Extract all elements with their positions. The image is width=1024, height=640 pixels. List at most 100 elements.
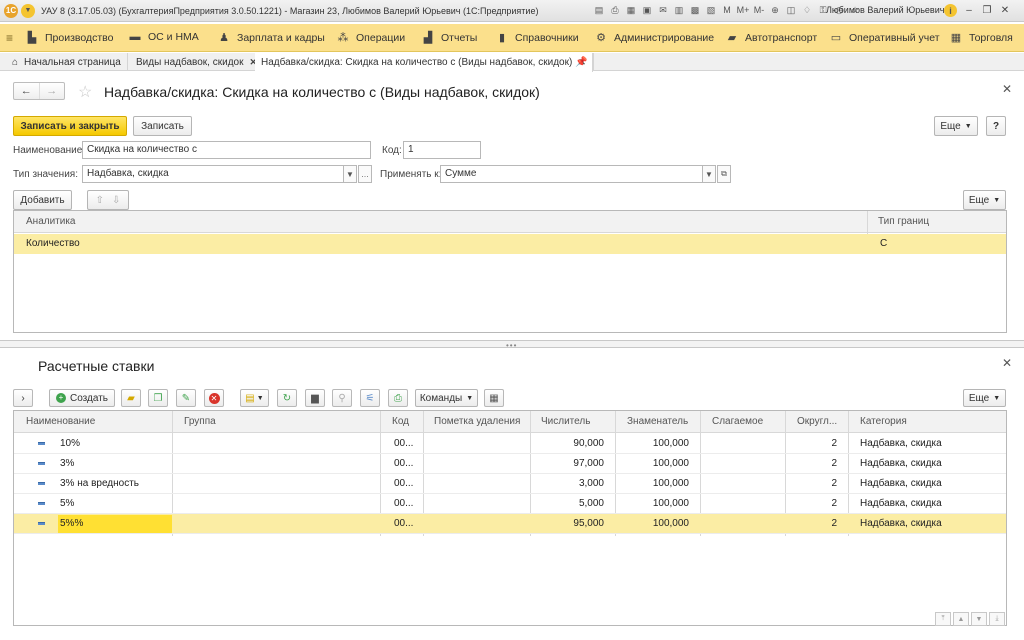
edit-icon[interactable]: ✎ — [176, 389, 196, 407]
calculator-icon[interactable]: ▧ — [704, 3, 718, 17]
minimize-icon[interactable]: – — [962, 3, 976, 17]
zoom-icon[interactable]: ⊕ — [768, 3, 782, 17]
notification-icon[interactable]: ♢ — [800, 3, 814, 17]
forward-arrow-icon[interactable]: → — [38, 83, 65, 99]
scroll-bottom-icon[interactable]: ⤓ — [989, 612, 1005, 626]
scroll-up-icon[interactable]: ▲ — [953, 612, 969, 626]
delete-icon[interactable]: ✕ — [204, 389, 224, 407]
tab-pin[interactable]: 📌 — [569, 53, 595, 71]
menu-item-operational[interactable]: ▭ Оперативный учет — [830, 31, 940, 45]
apply-to-label: Применять к: — [380, 169, 442, 180]
table-row[interactable]: 10% 00... 90,000 100,000 2 Надбавка, ски… — [14, 434, 1006, 454]
calendar-icon[interactable]: ▩ — [688, 3, 702, 17]
column-header[interactable]: Знаменатель — [627, 416, 688, 427]
column-header[interactable]: Категория — [860, 416, 907, 427]
print-icon[interactable]: ⎙ — [608, 3, 622, 17]
scroll-top-icon[interactable]: ⤒ — [935, 612, 951, 626]
menu-item-administration[interactable]: ⚙ Администрирование — [595, 31, 714, 45]
menu-item-directories[interactable]: ▮ Справочники — [496, 31, 579, 45]
column-header[interactable]: Наименование — [26, 416, 95, 427]
table-settings-icon[interactable]: ▦ — [484, 389, 504, 407]
refresh-icon[interactable]: ↻ — [277, 389, 297, 407]
menu-icon[interactable]: ≡ — [6, 31, 22, 45]
pane-splitter[interactable]: ••• — [0, 340, 1024, 350]
tab-discount-types[interactable]: Виды надбавок, скидок ✕ — [130, 53, 265, 71]
caret-down-icon: ▼ — [466, 394, 474, 402]
people-icon: ♟ — [219, 32, 229, 44]
column-header[interactable]: Аналитика — [26, 216, 76, 227]
menu-item-reports[interactable]: ▟ Отчеты — [422, 31, 478, 45]
filter-icon[interactable]: ⚟ — [360, 389, 380, 407]
memory-minus-icon[interactable]: M- — [752, 3, 766, 17]
search-icon[interactable]: ⚲ — [332, 389, 352, 407]
tab-discount-form[interactable]: Надбавка/скидка: Скидка на количество с … — [255, 53, 593, 72]
car-icon: ▰ — [727, 32, 737, 44]
memory-plus-icon[interactable]: M+ — [736, 3, 750, 17]
scroll-down-icon[interactable]: ▼ — [971, 612, 987, 626]
current-user[interactable]: Любимов Валерий Юрьевич — [826, 5, 944, 15]
menu-item-fixed-assets[interactable]: ▬ ОС и НМА — [129, 31, 199, 43]
main-menu-dropdown-icon[interactable]: ▼ — [21, 3, 35, 18]
column-header[interactable]: Числитель — [541, 416, 590, 427]
menu-item-transport[interactable]: ▰ Автотранспорт — [726, 31, 817, 45]
favorite-star-icon[interactable]: ☆ — [78, 82, 92, 102]
restore-icon[interactable]: ❐ — [980, 3, 994, 17]
column-header[interactable]: Округл... — [797, 416, 837, 427]
column-header[interactable]: Код — [392, 416, 409, 427]
app-logo-icon[interactable]: 1С — [4, 3, 18, 18]
table-row[interactable]: 3% на вредность 00... 3,000 100,000 2 На… — [14, 474, 1006, 494]
save-button[interactable]: Записать — [133, 116, 192, 136]
table-row-selected[interactable]: 5%% 00... 95,000 100,000 2 Надбавка, ски… — [14, 514, 1006, 534]
column-header[interactable]: Слагаемое — [712, 416, 763, 427]
tab-home[interactable]: ⌂ Начальная страница — [6, 53, 128, 71]
menu-item-trade[interactable]: ▦ Торговля — [950, 31, 1013, 45]
name-input[interactable]: Скидка на количество с — [82, 141, 371, 159]
back-arrow-icon[interactable]: ← — [14, 83, 39, 99]
column-header[interactable]: Группа — [184, 416, 216, 427]
close-form-icon[interactable]: ✕ — [1002, 82, 1012, 96]
archive-icon[interactable]: ▆ — [305, 389, 325, 407]
open-icon[interactable]: ⧉ — [717, 165, 731, 183]
commands-button[interactable]: Команды ▼ — [415, 389, 478, 407]
dropdown-icon[interactable]: ▼ — [702, 165, 716, 183]
column-header[interactable]: Тип границ — [878, 216, 929, 227]
copy-icon[interactable]: ❐ — [148, 389, 168, 407]
move-down-icon[interactable]: ⇩ — [112, 195, 120, 206]
more-button[interactable]: Еще ▼ — [934, 116, 978, 136]
print-icon[interactable]: ⎙ — [388, 389, 408, 407]
table-icon[interactable]: ▥ — [672, 3, 686, 17]
menu-item-salary[interactable]: ♟ Зарплата и кадры — [218, 31, 325, 45]
value-type-input[interactable]: Надбавка, скидка — [82, 165, 357, 183]
menu-item-production[interactable]: ▙ Производство — [26, 31, 114, 45]
table-row[interactable]: 3% 00... 97,000 100,000 2 Надбавка, скид… — [14, 454, 1006, 474]
create-folder-icon[interactable]: ▰ — [121, 389, 141, 407]
add-button[interactable]: Добавить — [13, 190, 72, 210]
panels-icon[interactable]: ◫ — [784, 3, 798, 17]
memory-icon[interactable]: M — [720, 3, 734, 17]
select-ellipsis-icon[interactable]: … — [358, 165, 372, 183]
save-icon[interactable]: ▣ — [640, 3, 654, 17]
document-icon[interactable]: ▤ — [592, 3, 606, 17]
menu-item-operations[interactable]: ⁂ Операции — [337, 31, 406, 45]
move-up-icon[interactable]: ⇧ — [96, 195, 104, 206]
table-row[interactable]: Количество С — [14, 234, 1006, 254]
save-and-close-button[interactable]: Записать и закрыть — [13, 116, 127, 136]
dropdown-icon[interactable]: ▼ — [343, 165, 357, 183]
hierarchy-dropdown-icon[interactable]: ▤ ▼ — [240, 389, 269, 407]
close-subform-icon[interactable]: ✕ — [1002, 356, 1012, 370]
create-button[interactable]: + Создать — [49, 389, 115, 407]
value-type-label: Тип значения: — [13, 169, 78, 180]
table-row[interactable]: 5% 00... 5,000 100,000 2 Надбавка, скидк… — [14, 494, 1006, 514]
more-button-3[interactable]: Еще ▼ — [963, 389, 1006, 407]
code-input[interactable]: 1 — [403, 141, 481, 159]
help-button[interactable]: ? — [986, 116, 1006, 136]
info-icon[interactable]: i — [944, 4, 957, 17]
more-button-2[interactable]: Еще ▼ — [963, 190, 1006, 210]
mail-icon[interactable]: ✉ — [656, 3, 670, 17]
expand-icon[interactable]: › — [13, 389, 33, 407]
preview-icon[interactable]: ▦ — [624, 3, 638, 17]
column-header[interactable]: Пометка удаления — [434, 416, 520, 427]
close-window-icon[interactable]: ✕ — [998, 3, 1012, 17]
title-bar: 1С ▼ УАУ 8 (3.17.05.03) (БухгалтерияПред… — [0, 0, 1024, 22]
apply-to-input[interactable]: Сумме — [440, 165, 703, 183]
